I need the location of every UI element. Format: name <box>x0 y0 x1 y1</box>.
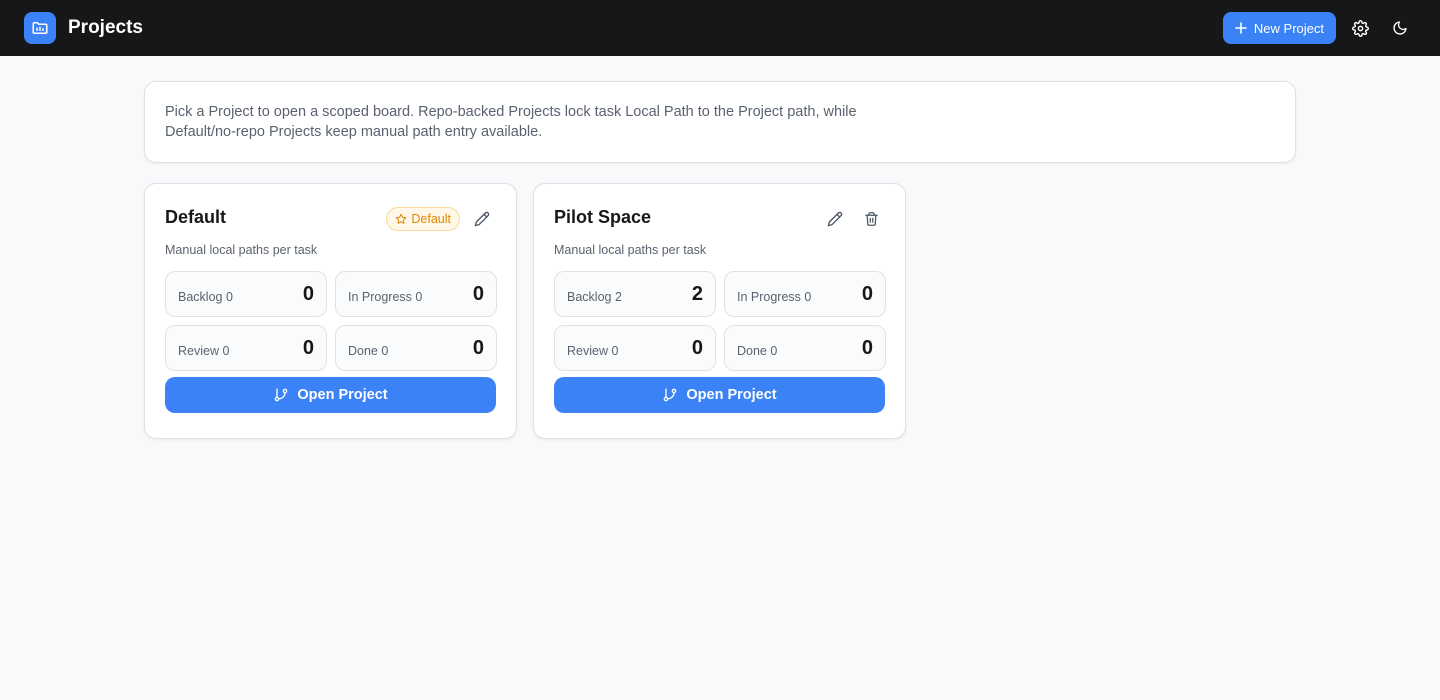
project-subtitle: Manual local paths per task <box>554 243 707 257</box>
stat-backlog: Backlog 2 2 <box>554 271 716 317</box>
project-subtitle: Manual local paths per task <box>165 243 318 257</box>
new-project-label: New Project <box>1253 20 1324 36</box>
stat-label: Review 0 <box>567 344 619 358</box>
badge-label: Default <box>411 212 451 226</box>
card-header: Pilot Space <box>554 204 885 230</box>
stat-done: Done 0 0 <box>724 325 886 371</box>
stats-grid: Backlog 0 0 In Progress 0 0 Review 0 0 D… <box>165 271 497 371</box>
open-project-button[interactable]: Open Project <box>554 377 885 413</box>
stat-value: 0 <box>472 336 484 359</box>
open-project-label: Open Project <box>297 387 388 403</box>
stat-backlog: Backlog 0 0 <box>165 271 327 317</box>
stat-label: Review 0 <box>178 344 230 358</box>
project-card-pilot-space: Pilot Space Manual local paths per task … <box>533 183 906 439</box>
open-project-label: Open Project <box>686 387 777 403</box>
project-card-default: Default Default Manual local paths per t… <box>144 183 517 439</box>
card-tools <box>821 205 885 233</box>
folder-icon[interactable] <box>24 12 56 44</box>
stat-value: 0 <box>861 336 873 359</box>
edit-project-button[interactable] <box>468 205 496 233</box>
stat-review: Review 0 0 <box>165 325 327 371</box>
plus-icon <box>1235 22 1247 34</box>
default-badge: Default <box>386 207 460 231</box>
stat-label: Done 0 <box>348 344 389 358</box>
header-actions: New Project <box>1222 12 1416 44</box>
stat-in-progress: In Progress 0 0 <box>724 271 886 317</box>
stat-value: 0 <box>691 336 703 359</box>
stat-in-progress: In Progress 0 0 <box>335 271 497 317</box>
stat-value: 0 <box>302 282 314 305</box>
stat-label: In Progress 0 <box>737 290 812 304</box>
new-project-button[interactable]: New Project <box>1222 12 1336 44</box>
stats-grid: Backlog 2 2 In Progress 0 0 Review 0 0 D… <box>554 271 886 371</box>
card-header: Default Default <box>165 204 496 233</box>
pencil-icon <box>827 211 843 227</box>
stat-label: In Progress 0 <box>348 290 423 304</box>
pencil-icon <box>474 211 490 227</box>
edit-project-button[interactable] <box>821 205 849 233</box>
info-panel: Pick a Project to open a scoped board. R… <box>144 81 1296 163</box>
delete-project-button[interactable] <box>857 205 885 233</box>
top-bar: Projects New Project <box>0 0 1440 56</box>
stat-value: 0 <box>302 336 314 359</box>
project-name: Default <box>165 207 227 227</box>
card-tools: Default <box>386 205 496 233</box>
open-project-button[interactable]: Open Project <box>165 377 496 413</box>
settings-button[interactable] <box>1344 12 1376 44</box>
stat-label: Backlog 2 <box>567 290 622 304</box>
stat-value: 2 <box>691 282 703 305</box>
project-name: Pilot Space <box>554 207 652 227</box>
gear-icon <box>1351 19 1369 37</box>
stat-review: Review 0 0 <box>554 325 716 371</box>
stat-label: Done 0 <box>737 344 778 358</box>
info-text: Pick a Project to open a scoped board. R… <box>165 104 857 140</box>
star-icon <box>396 213 407 224</box>
git-branch-icon <box>664 388 677 402</box>
stat-value: 0 <box>861 282 873 305</box>
moon-icon <box>1393 21 1407 35</box>
git-branch-icon <box>275 388 288 402</box>
stat-label: Backlog 0 <box>178 290 233 304</box>
stat-done: Done 0 0 <box>335 325 497 371</box>
page-title: Projects <box>68 17 143 38</box>
stat-value: 0 <box>472 282 484 305</box>
theme-toggle-button[interactable] <box>1384 12 1416 44</box>
trash-icon <box>864 212 878 226</box>
